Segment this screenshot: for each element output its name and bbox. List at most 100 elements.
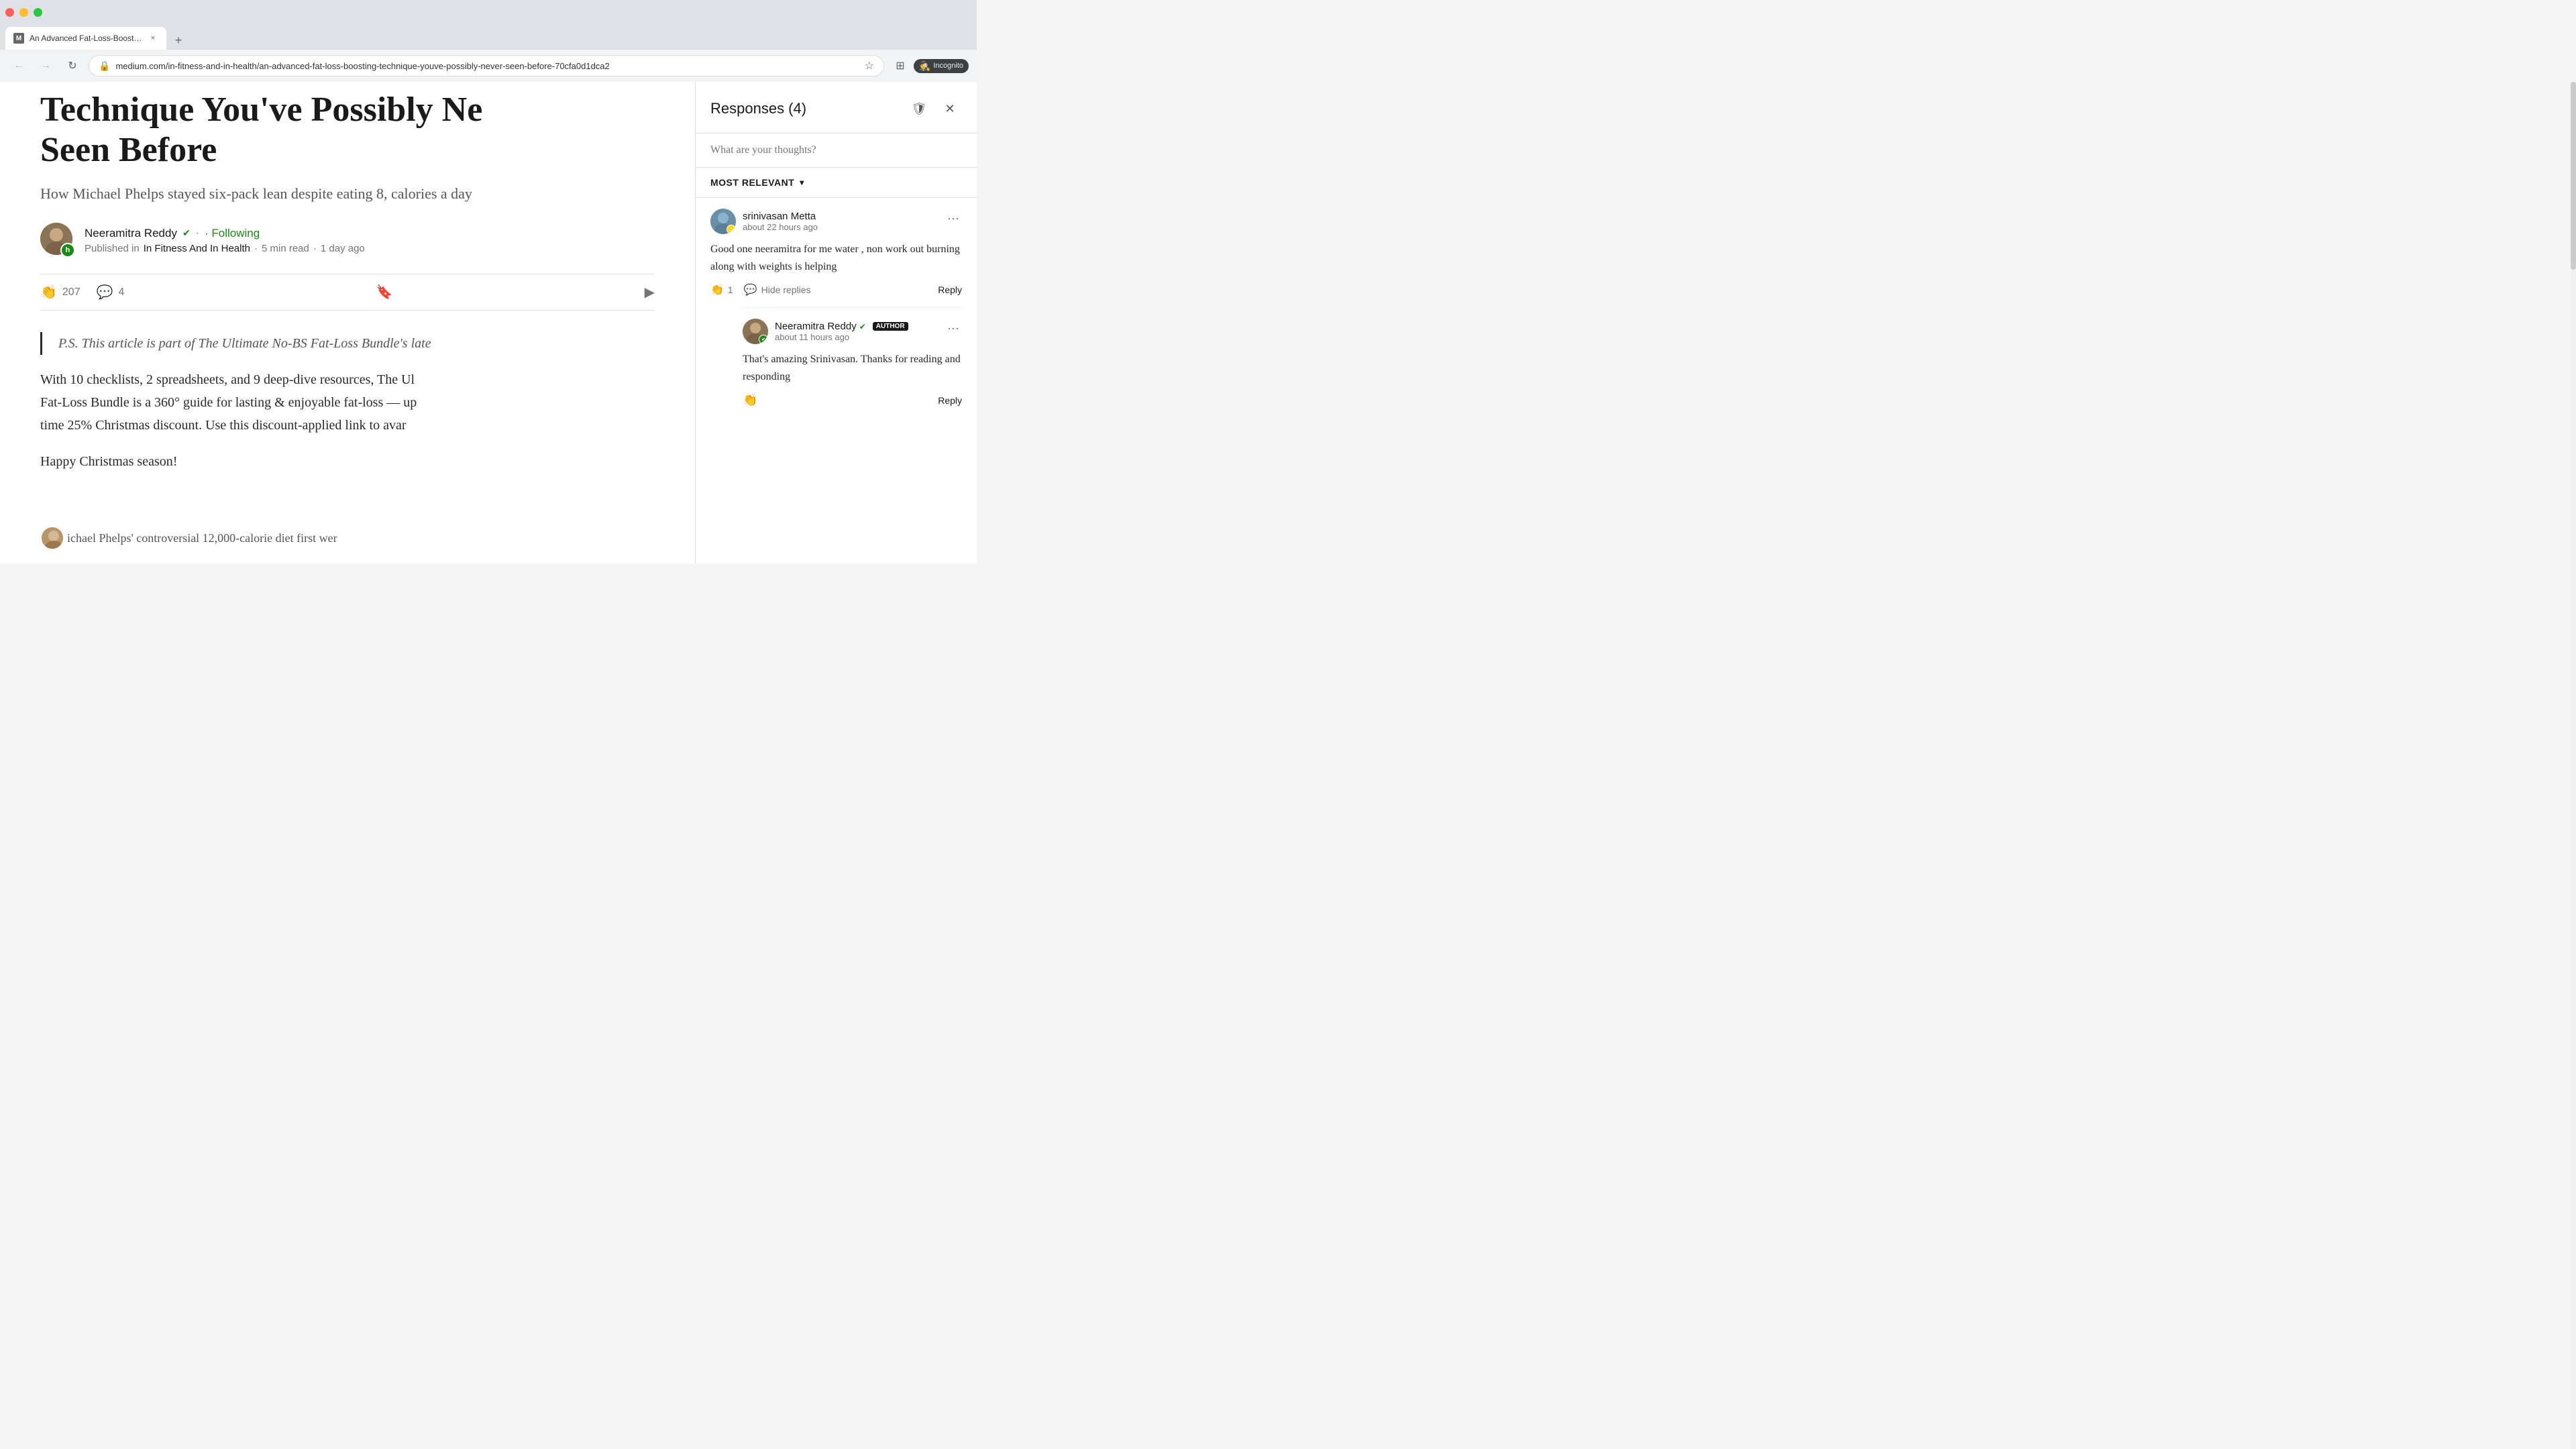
minimize-window-button[interactable]: [19, 8, 28, 17]
reply-text: That's amazing Srinivasan. Thanks for re…: [743, 351, 962, 385]
hide-replies-label: Hide replies: [761, 284, 811, 295]
lock-icon: 🔒: [99, 60, 110, 72]
response-item: ⭐ srinivasan Metta about 22 hours ago ··…: [710, 209, 962, 407]
separator-dot: ·: [196, 227, 199, 239]
verified-icon: ✔: [182, 227, 191, 239]
reply-actions: 👏 Reply: [743, 393, 962, 407]
forward-button[interactable]: →: [35, 55, 56, 76]
tab-bar: M An Advanced Fat-Loss-Boosting... × +: [0, 24, 977, 50]
comment-stat[interactable]: 💬 4: [97, 284, 125, 301]
clap-stat[interactable]: 👏 207: [40, 284, 80, 301]
close-icon: ✕: [945, 102, 955, 116]
article-blockquote: P.S. This article is part of The Ultimat…: [40, 332, 655, 355]
responses-title: Responses (4): [710, 100, 806, 117]
response-menu-button[interactable]: ···: [945, 209, 962, 228]
maximize-window-button[interactable]: [34, 8, 42, 17]
clap-button[interactable]: 👏 1: [710, 283, 733, 297]
comment-icon: 💬: [97, 284, 113, 301]
active-tab[interactable]: M An Advanced Fat-Loss-Boosting... ×: [5, 27, 166, 50]
tab-favicon: M: [13, 33, 24, 44]
shield-icon: 🛡: [912, 102, 927, 116]
toolbar-icons: ⊞ 🕵 Incognito: [890, 55, 969, 76]
sort-button[interactable]: MOST RELEVANT ▾: [710, 177, 804, 188]
listen-button[interactable]: ▶: [645, 284, 655, 301]
reply-user: ✔ Neeramitra Reddy ✔ AUTHOR about 11 hou…: [743, 319, 908, 344]
response-actions: 👏 1 💬 Hide replies Reply: [710, 283, 962, 297]
incognito-badge: 🕵 Incognito: [914, 59, 969, 73]
thought-input[interactable]: [710, 144, 962, 156]
article-bottom-teaser: ichael Phelps' controversial 12,000-calo…: [40, 526, 337, 550]
response-user: ⭐ srinivasan Metta about 22 hours ago: [710, 209, 818, 234]
dot1: ·: [254, 243, 258, 254]
responses-panel: Responses (4) 🛡 ✕ MOST RELEVANT ▾: [695, 82, 977, 564]
hide-replies-button[interactable]: 💬 Hide replies: [744, 283, 811, 297]
nested-reply: ✔ Neeramitra Reddy ✔ AUTHOR about 11 hou…: [743, 307, 962, 407]
star-badge: ⭐: [727, 225, 736, 234]
window-controls: [5, 8, 42, 17]
reload-button[interactable]: ↻: [62, 55, 83, 76]
bookmark-icon[interactable]: ☆: [865, 59, 874, 72]
time-ago: 1 day ago: [321, 243, 365, 254]
address-bar-row: ← → ↻ 🔒 medium.com/in-fitness-and-in-hea…: [0, 50, 977, 82]
incognito-label: Incognito: [933, 62, 963, 70]
author-info: Neeramitra Reddy ✔ · · Following Publish…: [85, 227, 365, 254]
follow-button[interactable]: · Following: [205, 227, 260, 240]
reply-button[interactable]: Reply: [938, 284, 962, 295]
clap-count: 1: [728, 284, 733, 295]
article-title: Technique You've Possibly Ne Seen Before: [40, 90, 655, 170]
author-badge: AUTHOR: [873, 322, 908, 331]
close-responses-button[interactable]: ✕: [938, 97, 962, 121]
article-area: Technique You've Possibly Ne Seen Before…: [0, 82, 695, 564]
extensions-button[interactable]: ⊞: [890, 55, 911, 76]
page-content: Technique You've Possibly Ne Seen Before…: [0, 82, 977, 564]
url-text: medium.com/in-fitness-and-in-health/an-a…: [115, 61, 859, 71]
new-tab-button[interactable]: +: [169, 31, 188, 50]
article-para-2: Happy Christmas season!: [40, 450, 655, 473]
clap-count: 207: [62, 286, 80, 299]
published-in-label: Published in: [85, 243, 140, 254]
response-user-info: srinivasan Metta about 22 hours ago: [743, 211, 818, 232]
reply-verified-icon: ✔: [859, 322, 866, 331]
reply-avatar-wrap: ✔: [743, 319, 768, 344]
comment-icon: 💬: [744, 283, 757, 297]
clap-icon: 👏: [743, 393, 757, 407]
back-button[interactable]: ←: [8, 55, 30, 76]
author-meta: Published in In Fitness And In Health · …: [85, 243, 365, 254]
incognito-icon: 🕵: [919, 60, 930, 72]
sort-chevron-icon: ▾: [800, 178, 804, 187]
stats-row: 👏 207 💬 4 🔖 ▶: [40, 274, 655, 311]
shield-button[interactable]: 🛡: [907, 97, 931, 121]
dot2: ·: [313, 243, 317, 254]
titlebar: [0, 0, 977, 24]
sort-row: MOST RELEVANT ▾: [696, 168, 977, 198]
comment-count: 4: [119, 286, 125, 299]
publication-avatar: h: [60, 243, 75, 258]
tab-close-button[interactable]: ×: [148, 33, 158, 44]
responses-list: ⭐ srinivasan Metta about 22 hours ago ··…: [696, 198, 977, 564]
reply-verified-badge: ✔: [759, 335, 768, 344]
clap-icon: 👏: [710, 283, 724, 297]
article-body: P.S. This article is part of The Ultimat…: [40, 332, 655, 473]
reply-avatar: ✔: [743, 319, 768, 344]
sort-label: MOST RELEVANT: [710, 177, 794, 188]
browser-chrome: M An Advanced Fat-Loss-Boosting... × + ←…: [0, 0, 977, 82]
article-para-1: With 10 checklists, 2 spreadsheets, and …: [40, 368, 655, 437]
reply-menu-button[interactable]: ···: [945, 319, 962, 338]
thought-input-area: [696, 133, 977, 168]
response-header: ⭐ srinivasan Metta about 22 hours ago ··…: [710, 209, 962, 234]
publication-link[interactable]: In Fitness And In Health: [144, 243, 250, 254]
article-subtitle: How Michael Phelps stayed six-pack lean …: [40, 184, 655, 205]
response-text: Good one neeramitra for me water , non w…: [710, 241, 962, 275]
bookmark-button[interactable]: 🔖: [376, 284, 393, 301]
reply-clap-button[interactable]: 👏: [743, 393, 757, 407]
reply-username: Neeramitra Reddy: [775, 321, 857, 332]
nested-reply-button[interactable]: Reply: [938, 395, 962, 406]
read-time: 5 min read: [262, 243, 309, 254]
author-name: Neeramitra Reddy: [85, 227, 177, 240]
reply-header: ✔ Neeramitra Reddy ✔ AUTHOR about 11 hou…: [743, 319, 962, 344]
responses-header: Responses (4) 🛡 ✕: [696, 82, 977, 133]
close-window-button[interactable]: [5, 8, 14, 17]
author-avatar-wrap: h: [40, 223, 75, 258]
reply-user-info: Neeramitra Reddy ✔ AUTHOR about 11 hours…: [775, 321, 908, 342]
address-bar[interactable]: 🔒 medium.com/in-fitness-and-in-health/an…: [89, 55, 884, 76]
